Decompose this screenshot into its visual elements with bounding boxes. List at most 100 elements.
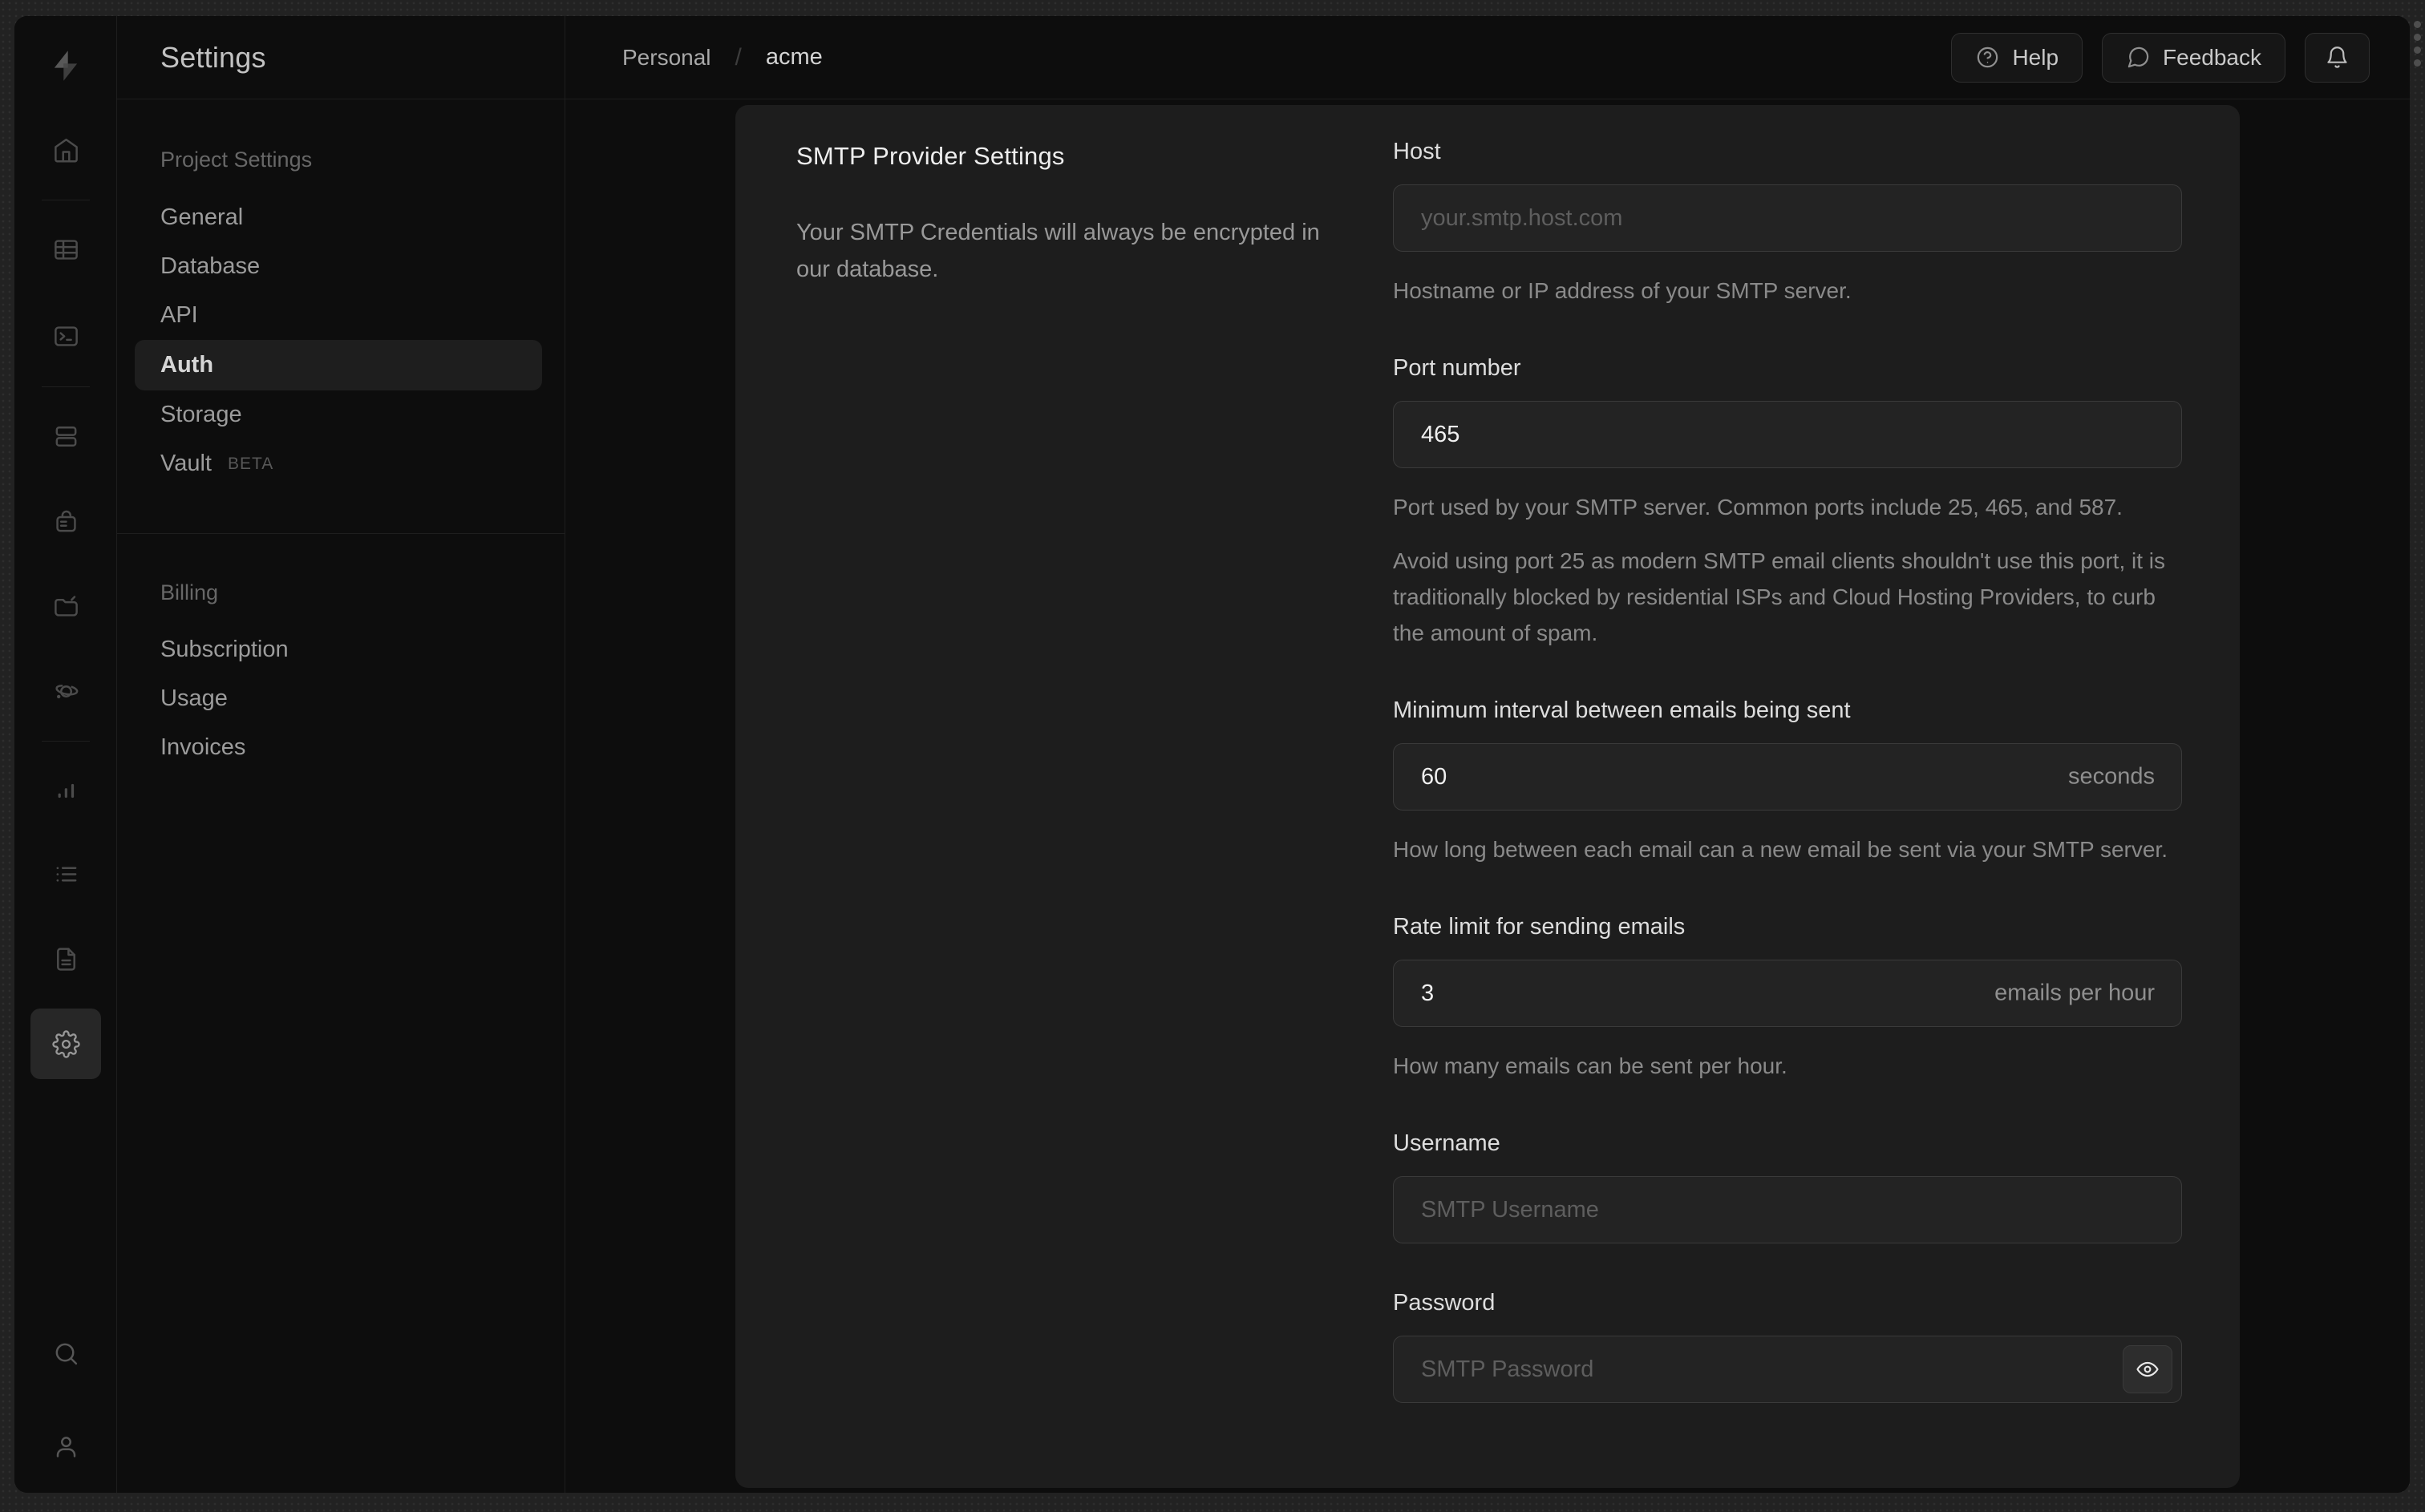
sidebar-item-api[interactable]: API [117,291,565,340]
username-input-wrap [1393,1176,2182,1243]
interval-input[interactable] [1393,743,2182,811]
beta-badge: BETA [227,454,274,473]
sidebar-item-logs[interactable] [30,839,101,909]
rail-divider [42,741,90,742]
search-icon [55,1343,77,1364]
nav-item-label: Vault [160,451,212,476]
nav-item-label: Storage [160,402,242,427]
breadcrumb-project[interactable]: acme [766,44,823,71]
scrollbar[interactable] [2414,21,2421,67]
database-icon [55,426,76,447]
breadcrumb-separator: / [735,43,742,71]
nav-item-label: Invoices [160,734,246,760]
feedback-button[interactable]: Feedback [2102,32,2285,83]
sidebar-item-reports[interactable] [30,755,101,826]
supabase-bolt-icon [54,51,78,81]
rate-input-wrap: emails per hour [1393,960,2182,1027]
port-field-group: Port number Port used by your SMTP serve… [1393,355,2182,651]
port-label: Port number [1393,355,1521,381]
interval-field-group: Minimum interval between emails being se… [1393,697,2182,867]
nav-section-heading-project-settings: Project Settings [160,148,313,172]
rate-field-group: Rate limit for sending emails emails per… [1393,914,2182,1084]
search-button[interactable] [30,1318,101,1389]
sidebar-item-general[interactable]: General [117,193,565,242]
username-label: Username [1393,1130,1500,1156]
top-header: Personal / acme Help Feedback [565,16,2410,99]
sidebar-divider [117,533,565,534]
bell-icon [2327,46,2347,68]
nav-item-label: Usage [160,685,228,711]
settings-sidebar: Settings Project Settings General Databa… [117,16,565,1493]
port-helper: Port used by your SMTP server. Common po… [1393,495,2123,519]
sidebar-item-auth-settings[interactable]: Auth [135,340,542,390]
toggle-password-visibility-button[interactable] [2123,1345,2172,1393]
sidebar-item-database-settings[interactable]: Database [117,242,565,291]
sidebar-item-docs[interactable] [30,924,101,994]
eye-icon [2136,1361,2159,1377]
sidebar-item-auth[interactable] [30,486,101,556]
nav-item-label: API [160,302,198,328]
password-input[interactable] [1393,1336,2182,1403]
sidebar-header: Settings [117,16,565,99]
nav-item-label: General [160,204,244,230]
sidebar-item-database[interactable] [30,401,101,471]
breadcrumb-org[interactable]: Personal [622,45,711,71]
edge-functions-orbit-icon [55,684,78,698]
rate-label: Rate limit for sending emails [1393,914,1686,940]
sidebar-item-subscription[interactable]: Subscription [117,625,565,674]
interval-input-wrap: seconds [1393,743,2182,811]
sidebar-item-edge-functions[interactable] [30,656,101,726]
panel-description: Your SMTP Credentials will always be enc… [796,220,1320,282]
sidebar-item-table-editor[interactable] [30,214,101,285]
content-area: SMTP Provider Settings Your SMTP Credent… [565,100,2410,1493]
sidebar-item-invoices[interactable]: Invoices [117,723,565,772]
feedback-bubble-icon [2127,46,2149,68]
scrollbar-dot [2414,46,2421,54]
help-button-label: Help [2012,44,2059,70]
host-field-group: Host Hostname or IP address of your SMTP… [1393,139,2182,309]
sidebar-item-vault[interactable]: Vault BETA [117,439,565,488]
settings-gear-icon [51,1029,80,1058]
nav-item-label: Auth [160,352,214,378]
auth-lock-icon [55,510,76,532]
password-field-group: Password [1393,1290,2182,1403]
logs-list-icon [56,866,76,882]
app-window: Settings Project Settings General Databa… [14,16,2410,1493]
nav-item-label: Subscription [160,637,289,662]
host-label: Host [1393,139,1441,164]
sidebar-title: Settings [160,40,266,74]
reports-chart-icon [58,783,74,798]
notifications-button[interactable] [2305,32,2370,83]
smtp-form: Host Hostname or IP address of your SMTP… [1393,139,2182,1403]
storage-folder-icon [54,595,78,617]
scrollbar-dot [2414,59,2421,67]
sidebar-item-usage[interactable]: Usage [117,674,565,723]
smtp-settings-panel: SMTP Provider Settings Your SMTP Credent… [735,105,2240,1488]
help-circle-icon [1978,46,1998,68]
port-input-wrap [1393,401,2182,468]
supabase-logo[interactable] [30,30,101,101]
rate-helper: How many emails can be sent per hour. [1393,1053,1787,1078]
sidebar-item-storage[interactable] [30,571,101,641]
breadcrumb: Personal / acme [622,44,823,71]
username-input[interactable] [1393,1176,2182,1243]
port-warning: Avoid using port 25 as modern SMTP email… [1393,548,2166,645]
host-input[interactable] [1393,184,2182,252]
sidebar-item-home[interactable] [30,115,101,185]
sidebar-item-settings[interactable] [30,1009,101,1079]
user-menu-button[interactable] [30,1411,101,1482]
interval-helper: How long between each email can a new em… [1393,837,2168,862]
icon-rail [14,16,117,1493]
panel-intro: SMTP Provider Settings Your SMTP Credent… [796,142,1350,288]
interval-label: Minimum interval between emails being se… [1393,697,1851,723]
help-button[interactable]: Help [1951,32,2083,83]
sidebar-item-sql-editor[interactable] [30,301,101,371]
user-icon [56,1436,75,1457]
password-input-wrap [1393,1336,2182,1403]
host-helper: Hostname or IP address of your SMTP serv… [1393,278,1852,303]
sidebar-item-storage-settings[interactable]: Storage [117,390,565,439]
rate-input[interactable] [1393,960,2182,1027]
nav-section-heading-billing: Billing [160,580,219,604]
rail-divider [42,386,90,387]
port-input[interactable] [1393,401,2182,468]
